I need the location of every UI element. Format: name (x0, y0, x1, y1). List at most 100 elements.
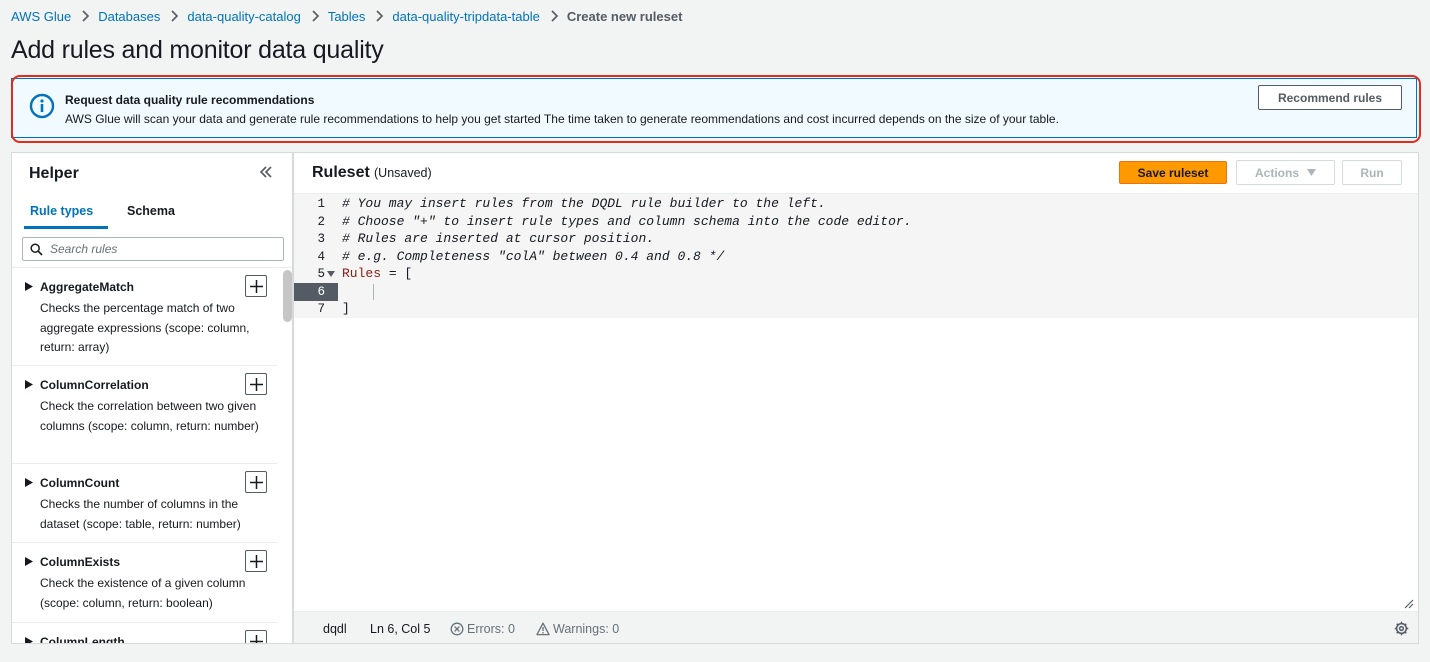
ruleset-status: (Unsaved) (374, 166, 432, 180)
rule-name: ColumnLength (40, 635, 125, 644)
active-code-line: 6 (294, 282, 1418, 301)
rule-description: Check the correlation between two given … (40, 399, 259, 433)
editor-status-bar: dqdl Ln 6, Col 5 Errors: 0 Warnings: 0 (294, 611, 1418, 643)
add-rule-button[interactable] (245, 471, 267, 493)
breadcrumb-aws-glue[interactable]: AWS Glue (11, 9, 71, 24)
breadcrumb-databases[interactable]: Databases (98, 9, 160, 24)
rule-item-columnexists[interactable]: ColumnExists Check the existence of a gi… (12, 543, 277, 623)
line-number: 6 (317, 284, 325, 299)
scrollbar-thumb[interactable] (283, 270, 292, 322)
code-line: 7 ] (294, 300, 1418, 318)
breadcrumb-database-name[interactable]: data-quality-catalog (187, 9, 300, 24)
chevron-right-icon (311, 10, 320, 22)
breadcrumb-current: Create new ruleset (566, 8, 683, 24)
code-line: 4 # e.g. Completeness "colA" between 0.4… (294, 248, 1418, 266)
actions-label: Actions (1254, 165, 1299, 180)
rule-description: Checks the number of columns in the data… (40, 497, 241, 531)
code-line: 2 # Choose "+" to insert rule types and … (294, 213, 1418, 231)
chevron-right-icon (170, 10, 179, 22)
add-rule-button[interactable] (245, 550, 267, 572)
search-rules-input[interactable] (50, 240, 280, 258)
status-warnings[interactable]: Warnings: 0 (536, 622, 619, 636)
chevron-right-icon (550, 10, 559, 22)
ruleset-title: Ruleset (312, 164, 370, 181)
add-rule-button[interactable] (245, 373, 267, 395)
code-line: 1 # You may insert rules from the DQDL r… (294, 195, 1418, 213)
ruleset-panel: Ruleset (Unsaved) Save ruleset Actions R… (293, 152, 1419, 644)
helper-panel: Helper Rule types Schema AggregateMatch … (11, 152, 293, 644)
plus-icon (249, 554, 263, 568)
active-tab-indicator (24, 226, 108, 229)
rule-name: AggregateMatch (40, 280, 135, 294)
plus-icon (249, 377, 263, 391)
search-icon (30, 243, 43, 256)
save-ruleset-button[interactable]: Save ruleset (1119, 161, 1227, 184)
rule-name: ColumnExists (40, 555, 121, 569)
add-rule-button[interactable] (245, 275, 267, 297)
code-line: 5 Rules = [ (294, 265, 1418, 283)
fold-caret-icon[interactable] (327, 271, 335, 277)
status-language: dqdl (323, 622, 347, 636)
caret-right-icon[interactable] (25, 557, 33, 566)
line-number: 3 (317, 232, 325, 246)
line-number: 1 (317, 197, 325, 211)
alert-message: AWS Glue will scan your data and generat… (65, 112, 1059, 126)
run-button[interactable]: Run (1342, 160, 1402, 185)
resize-handle-icon[interactable] (1404, 599, 1414, 609)
caret-right-icon[interactable] (25, 478, 33, 487)
helper-title: Helper (29, 165, 79, 182)
breadcrumb-table-name[interactable]: data-quality-tripdata-table (392, 9, 539, 24)
code-text: ] (342, 301, 350, 316)
line-number: 4 (317, 249, 325, 264)
rule-item-aggregatematch[interactable]: AggregateMatch Checks the percentage mat… (12, 268, 277, 366)
info-icon (29, 93, 55, 119)
page-title: Add rules and monitor data quality (11, 36, 384, 64)
text-cursor (373, 283, 374, 300)
recommend-rules-button[interactable]: Recommend rules (1258, 85, 1402, 110)
code-content-area[interactable]: 1 # You may insert rules from the DQDL r… (294, 194, 1418, 318)
rule-description: Checks the percentage match of two aggre… (40, 301, 250, 355)
caret-right-icon[interactable] (25, 637, 33, 644)
rule-item-columncount[interactable]: ColumnCount Checks the number of columns… (12, 464, 277, 543)
add-rule-button[interactable] (245, 630, 267, 643)
alert-title: Request data quality rule recommendation… (65, 93, 315, 107)
code-text: Rules = [ (342, 265, 412, 283)
rule-item-columnlength[interactable]: ColumnLength (12, 623, 277, 644)
code-text: # You may insert rules from the DQDL rul… (342, 196, 826, 211)
line-number: 5 (317, 267, 325, 281)
active-line-gutter: 6 (294, 282, 338, 301)
breadcrumb: AWS Glue Databases data-quality-catalog … (11, 7, 682, 25)
rule-name: ColumnCount (40, 476, 120, 490)
search-rules-box (22, 237, 284, 261)
breadcrumb-tables[interactable]: Tables (328, 9, 366, 24)
plus-icon (249, 279, 263, 293)
helper-scrollbar[interactable] (282, 268, 292, 643)
tab-schema[interactable]: Schema (127, 204, 175, 218)
status-errors[interactable]: Errors: 0 (450, 622, 515, 636)
line-number: 7 (317, 302, 325, 316)
code-line: 3 # Rules are inserted at cursor positio… (294, 230, 1418, 248)
status-cursor-position: Ln 6, Col 5 (370, 622, 431, 636)
code-punctuation: = [ (381, 266, 413, 281)
caret-right-icon[interactable] (25, 282, 33, 291)
code-text: # Choose "+" to insert rule types and co… (342, 213, 912, 229)
rule-item-columncorrelation[interactable]: ColumnCorrelation Check the correlation … (12, 366, 277, 464)
caret-down-icon (1307, 169, 1316, 176)
code-editor[interactable]: 1 # You may insert rules from the DQDL r… (294, 194, 1418, 611)
code-text: # e.g. Completeness "colA" between 0.4 a… (342, 248, 725, 264)
plus-icon (249, 634, 263, 643)
errors-count: Errors: 0 (467, 622, 515, 636)
rule-name: ColumnCorrelation (40, 378, 149, 392)
recommendation-alert: Request data quality rule recommendation… (11, 78, 1417, 138)
rule-description: Check the existence of a given column (s… (40, 576, 246, 610)
gear-icon[interactable] (1394, 621, 1409, 636)
code-keyword: Rules (342, 266, 382, 281)
tab-rule-types[interactable]: Rule types (30, 204, 93, 218)
double-chevron-left-icon[interactable] (259, 165, 273, 179)
error-icon (450, 622, 464, 636)
helper-tabs: Rule types Schema (12, 197, 292, 229)
actions-dropdown-button[interactable]: Actions (1236, 160, 1335, 185)
code-text: # Rules are inserted at cursor position. (342, 231, 655, 246)
line-number: 2 (317, 214, 325, 229)
caret-right-icon[interactable] (25, 380, 33, 389)
